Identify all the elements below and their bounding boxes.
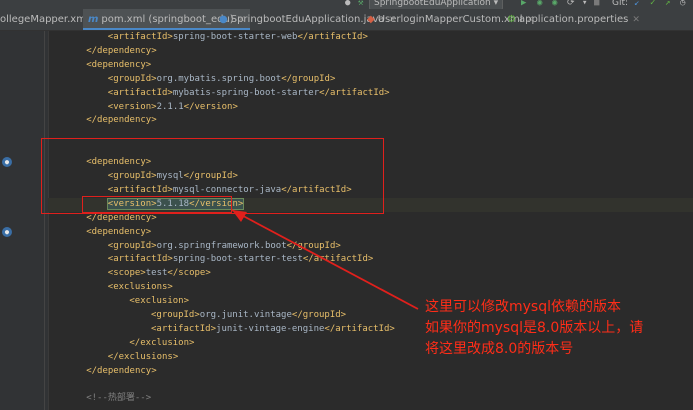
xml-tag: <artifactId> <box>151 323 217 334</box>
annotation-note: 这里可以修改mysql依赖的版本 如果你的mysql是8.0版本以上，请 将这里… <box>425 297 693 360</box>
code-line: </exclusion> <box>129 337 194 350</box>
xml-tag: <dependency> <box>86 226 152 237</box>
git-commit-icon[interactable]: ✓ <box>650 0 655 8</box>
annotation-line: 这里可以修改mysql依赖的版本 <box>425 299 621 315</box>
version-highlight-box <box>82 196 232 213</box>
xml-comment: <!--热部署--> <box>86 393 152 404</box>
code-line: <artifactId>mybatis-spring-boot-starter<… <box>108 87 390 100</box>
code-line: </dependency> <box>86 45 156 58</box>
xml-tag: <groupId> <box>107 240 157 251</box>
close-icon[interactable]: ✕ <box>632 15 640 25</box>
xml-tag: <scope> <box>107 268 146 279</box>
code-line: <groupId>org.mybatis.spring.boot</groupI… <box>108 73 336 86</box>
code-line: <dependency> <box>86 59 151 72</box>
code-line: <groupId>org.junit.vintage</groupId> <box>151 309 346 322</box>
xml-file-icon: ◆ <box>367 14 375 25</box>
annotation-line: 将这里改成8.0的版本号 <box>425 341 574 357</box>
xml-tag: <groupId> <box>151 310 200 320</box>
xml-tag: </dependency> <box>86 115 157 126</box>
xml-tag: <dependency> <box>86 59 152 70</box>
annotation-line: 如果你的mysql是8.0版本以上，请 <box>425 320 644 336</box>
xml-tag: </dependency> <box>86 45 157 56</box>
git-push-icon[interactable]: ↗ <box>665 0 670 8</box>
xml-tag: <artifactId> <box>107 254 173 265</box>
xml-value: junit-vintage-engine <box>216 323 325 334</box>
java-class-icon: ● <box>219 14 228 25</box>
code-line: </exclusions> <box>108 351 178 364</box>
xml-value: mybatis-spring-boot-starter <box>172 87 320 98</box>
xml-value: org.junit.vintage <box>199 310 292 320</box>
history-icon[interactable]: ◷ <box>680 0 685 8</box>
run-toolbar: ● ⚒ SpringbootEduApplication ▾ ▶ ◉ ◉ ⟳ ▾… <box>0 0 693 9</box>
run-configuration-select[interactable]: SpringbootEduApplication ▾ <box>369 0 504 9</box>
xml-tag: </version> <box>183 101 238 112</box>
code-line: <scope>test</scope> <box>108 267 211 280</box>
xml-tag: <exclusions> <box>107 282 173 293</box>
xml-tag: </exclusion> <box>129 337 195 348</box>
xml-tag: </dependency> <box>86 365 157 376</box>
code-line: </dependency> <box>86 114 156 127</box>
xml-tag: </dependency> <box>86 212 157 223</box>
xml-tag: </groupId> <box>281 73 336 84</box>
git-label: Git: <box>612 0 629 8</box>
stop-icon[interactable]: ■ <box>594 0 599 8</box>
xml-tag: <version> <box>107 101 157 112</box>
git-update-icon[interactable]: ↙ <box>634 0 639 8</box>
code-line: <!--热部署--> <box>86 392 151 405</box>
xml-value: spring-boot-starter-web <box>172 32 298 42</box>
xml-tag: <artifactId> <box>107 32 173 42</box>
xml-tag: <exclusion> <box>129 296 189 307</box>
xml-tag: </artifactId> <box>319 87 390 98</box>
xml-tag: </scope> <box>167 268 211 279</box>
xml-value: org.mybatis.spring.boot <box>156 73 282 84</box>
xml-tag: </exclusions> <box>107 351 179 362</box>
xml-tag: </groupId> <box>291 310 347 320</box>
xml-tag: <groupId> <box>107 73 157 84</box>
code-line: <dependency> <box>86 226 151 239</box>
code-line: <exclusion> <box>129 295 189 308</box>
maven-icon: m <box>88 14 99 25</box>
xml-tag: </groupId> <box>286 240 341 251</box>
code-line: </dependency> <box>86 365 156 378</box>
chevron-down-icon[interactable]: ▾ <box>582 0 587 8</box>
xml-value: 2.1.1 <box>156 101 184 112</box>
code-line: <artifactId>junit-vintage-engine</artifa… <box>151 323 395 336</box>
code-line: <exclusions> <box>108 281 173 294</box>
xml-tag: </artifactId> <box>302 254 374 265</box>
xml-tag: </artifactId> <box>297 32 368 42</box>
run-icon[interactable]: ▶ <box>521 0 526 8</box>
xml-value: test <box>145 268 168 279</box>
xml-value: spring-boot-starter-test <box>172 254 303 265</box>
coverage-icon[interactable]: ◉ <box>552 0 557 8</box>
xml-tag: </artifactId> <box>324 323 395 334</box>
code-line: <groupId>org.springframework.boot</group… <box>108 240 341 253</box>
debug-icon[interactable]: ◉ <box>537 0 542 8</box>
hammer-icon[interactable]: ⚒ <box>358 0 363 8</box>
code-line: <artifactId>spring-boot-starter-test</ar… <box>108 253 374 266</box>
code-line: <artifactId>spring-boot-starter-web</art… <box>108 31 368 44</box>
user-icon[interactable]: ● <box>345 0 350 8</box>
xml-value: org.springframework.boot <box>156 240 287 251</box>
code-line: <version>2.1.1</version> <box>108 101 238 114</box>
tab-application-properties[interactable]: ⚙ application.properties ✕ <box>507 9 640 30</box>
editor-tab-bar: ollegeMapper.xml✕ mpom.xml (springboot_e… <box>0 9 693 31</box>
properties-file-icon: ⚙ <box>507 14 516 25</box>
xml-tag: <artifactId> <box>107 87 173 98</box>
reload-icon[interactable]: ⟳ <box>567 0 575 8</box>
